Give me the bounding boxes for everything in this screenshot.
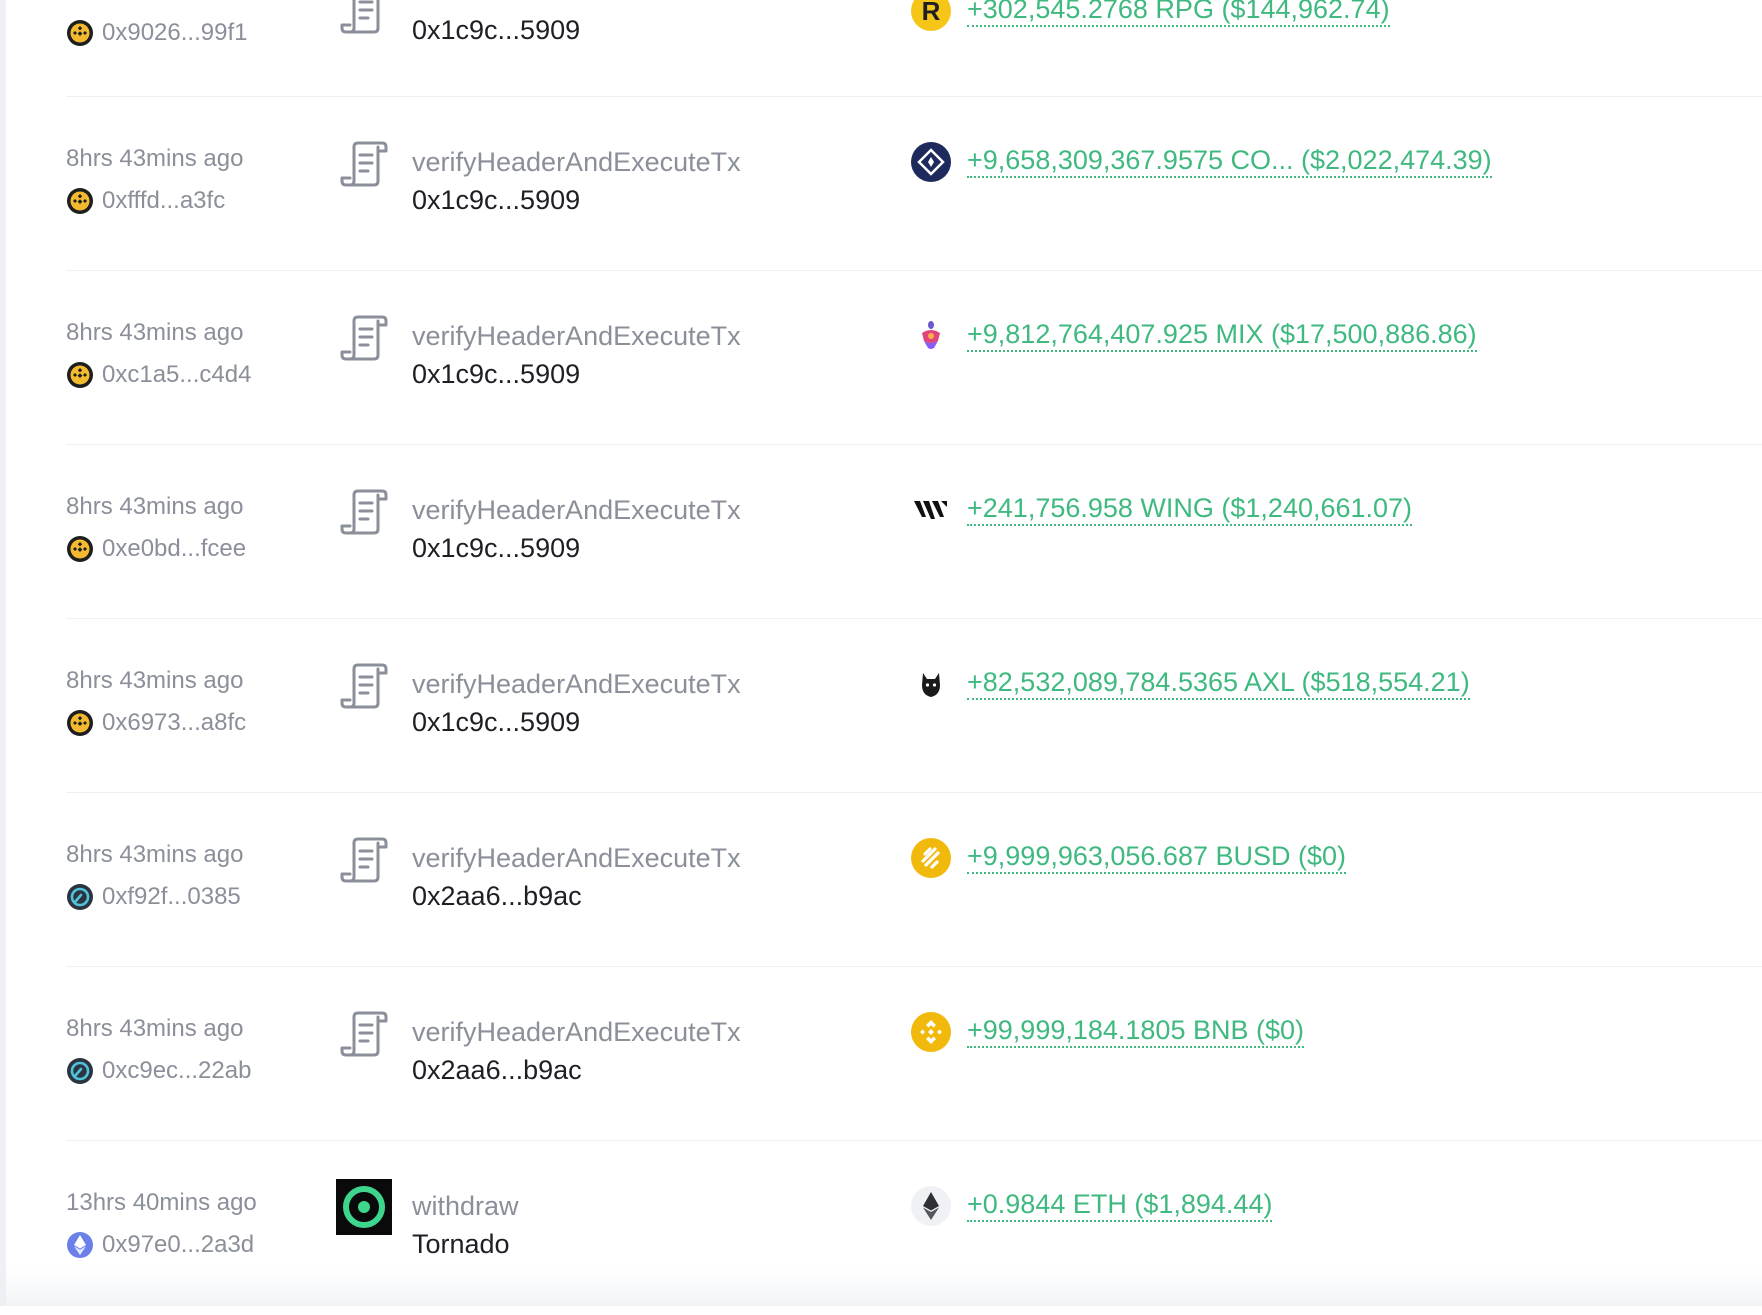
co-token-icon bbox=[911, 142, 951, 182]
transaction-row[interactable]: 13hrs 40mins ago 0x97e0...2a3d withdraw … bbox=[66, 1141, 1762, 1315]
svg-text:R: R bbox=[922, 0, 941, 26]
from-address-line[interactable]: 0x6973...a8fc bbox=[66, 709, 246, 737]
amount-link[interactable]: +82,532,089,784.5365 AXL ($518,554.21) bbox=[967, 667, 1470, 701]
from-address-line[interactable]: 0xfffd...a3fc bbox=[66, 187, 225, 215]
from-address[interactable]: 0xc9ec...22ab bbox=[102, 1057, 251, 1085]
scroll-icon bbox=[340, 489, 388, 535]
scroll-icon bbox=[340, 141, 388, 187]
from-address[interactable]: 0xe0bd...fcee bbox=[102, 535, 246, 563]
contract-address[interactable]: 0x2aa6...b9ac bbox=[412, 1055, 582, 1086]
contract-address[interactable]: 0x1c9c...5909 bbox=[412, 359, 580, 390]
transaction-list: 0x9026...99f1 0x1c9c...5909 R +302,545.2… bbox=[0, 0, 1762, 1306]
from-address-line[interactable]: 0x97e0...2a3d bbox=[66, 1231, 254, 1259]
tornado-logo-icon bbox=[336, 1179, 392, 1235]
from-address[interactable]: 0xc1a5...c4d4 bbox=[102, 361, 251, 389]
from-address-line[interactable]: 0x9026...99f1 bbox=[66, 19, 247, 47]
method-name: withdraw bbox=[412, 1191, 519, 1221]
contract-address[interactable]: 0x1c9c...5909 bbox=[412, 15, 580, 46]
bnb-chain-icon bbox=[67, 536, 93, 562]
method-name: verifyHeaderAndExecuteTx bbox=[412, 495, 741, 525]
from-address-line[interactable]: 0xf92f...0385 bbox=[66, 883, 241, 911]
eth-token-icon bbox=[911, 1186, 951, 1226]
bnb-chain-icon bbox=[67, 362, 93, 388]
amount-link[interactable]: +9,812,764,407.925 MIX ($17,500,886.86) bbox=[967, 319, 1477, 353]
transaction-row[interactable]: 8hrs 43mins ago 0xc9ec...22ab verifyHead… bbox=[66, 967, 1762, 1141]
busd-token-icon bbox=[911, 838, 951, 878]
from-address[interactable]: 0x97e0...2a3d bbox=[102, 1231, 254, 1259]
circle-chain-icon bbox=[67, 884, 93, 910]
amount-link[interactable]: +0.9844 ETH ($1,894.44) bbox=[967, 1189, 1273, 1223]
timestamp: 8hrs 43mins ago bbox=[66, 841, 244, 868]
method-name: verifyHeaderAndExecuteTx bbox=[412, 147, 741, 177]
from-address[interactable]: 0x9026...99f1 bbox=[102, 19, 247, 47]
rpg-token-icon: R bbox=[911, 0, 951, 31]
axl-token-icon bbox=[922, 673, 940, 697]
method-name: verifyHeaderAndExecuteTx bbox=[412, 669, 741, 699]
contract-address[interactable]: 0x1c9c...5909 bbox=[412, 707, 580, 738]
timestamp: 8hrs 43mins ago bbox=[66, 667, 244, 694]
from-address[interactable]: 0xf92f...0385 bbox=[102, 883, 241, 911]
bnb-token-icon bbox=[911, 1012, 951, 1052]
timestamp: 13hrs 40mins ago bbox=[66, 1189, 257, 1216]
transaction-row[interactable]: 8hrs 43mins ago 0xf92f...0385 verifyHead… bbox=[66, 793, 1762, 967]
method-name: verifyHeaderAndExecuteTx bbox=[412, 1017, 741, 1047]
bnb-chain-icon bbox=[67, 20, 93, 46]
method-name: verifyHeaderAndExecuteTx bbox=[412, 843, 741, 873]
scroll-icon bbox=[340, 663, 388, 709]
circle-chain-icon bbox=[67, 1058, 93, 1084]
transaction-row[interactable]: 8hrs 43mins ago 0x6973...a8fc verifyHead… bbox=[66, 619, 1762, 793]
transaction-row[interactable]: 8hrs 43mins ago 0xe0bd...fcee verifyHead… bbox=[66, 445, 1762, 619]
wing-token-icon bbox=[914, 501, 947, 519]
contract-address[interactable]: 0x2aa6...b9ac bbox=[412, 881, 582, 912]
transaction-row[interactable]: 8hrs 43mins ago 0xfffd...a3fc verifyHead… bbox=[66, 97, 1762, 271]
contract-address[interactable]: 0x1c9c...5909 bbox=[412, 185, 580, 216]
bnb-chain-icon bbox=[67, 710, 93, 736]
from-address-line[interactable]: 0xc9ec...22ab bbox=[66, 1057, 251, 1085]
amount-link[interactable]: +99,999,184.1805 BNB ($0) bbox=[967, 1015, 1304, 1049]
timestamp: 8hrs 43mins ago bbox=[66, 319, 244, 346]
amount-link[interactable]: +302,545.2768 RPG ($144,962.74) bbox=[967, 0, 1390, 28]
contract-address[interactable]: 0x1c9c...5909 bbox=[412, 533, 580, 564]
timestamp: 8hrs 43mins ago bbox=[66, 145, 244, 172]
mix-token-icon bbox=[922, 321, 940, 349]
transaction-row[interactable]: 0x9026...99f1 0x1c9c...5909 R +302,545.2… bbox=[66, 0, 1762, 97]
transaction-row[interactable]: 8hrs 43mins ago 0xc1a5...c4d4 verifyHead… bbox=[66, 271, 1762, 445]
bnb-chain-icon bbox=[67, 188, 93, 214]
contract-name[interactable]: Tornado bbox=[412, 1229, 510, 1260]
from-address-line[interactable]: 0xc1a5...c4d4 bbox=[66, 361, 251, 389]
amount-link[interactable]: +9,658,309,367.9575 CO... ($2,022,474.39… bbox=[967, 145, 1492, 179]
scroll-icon bbox=[340, 0, 380, 34]
amount-link[interactable]: +9,999,963,056.687 BUSD ($0) bbox=[967, 841, 1347, 875]
from-address-line[interactable]: 0xe0bd...fcee bbox=[66, 535, 246, 563]
from-address[interactable]: 0xfffd...a3fc bbox=[102, 187, 225, 215]
ethereum-chain-icon bbox=[67, 1232, 93, 1258]
timestamp: 8hrs 43mins ago bbox=[66, 1015, 244, 1042]
scroll-icon bbox=[340, 837, 388, 883]
method-name: verifyHeaderAndExecuteTx bbox=[412, 321, 741, 351]
from-address[interactable]: 0x6973...a8fc bbox=[102, 709, 246, 737]
scroll-icon bbox=[340, 1011, 388, 1057]
timestamp: 8hrs 43mins ago bbox=[66, 493, 244, 520]
scroll-icon bbox=[340, 315, 388, 361]
amount-link[interactable]: +241,756.958 WING ($1,240,661.07) bbox=[967, 493, 1413, 527]
